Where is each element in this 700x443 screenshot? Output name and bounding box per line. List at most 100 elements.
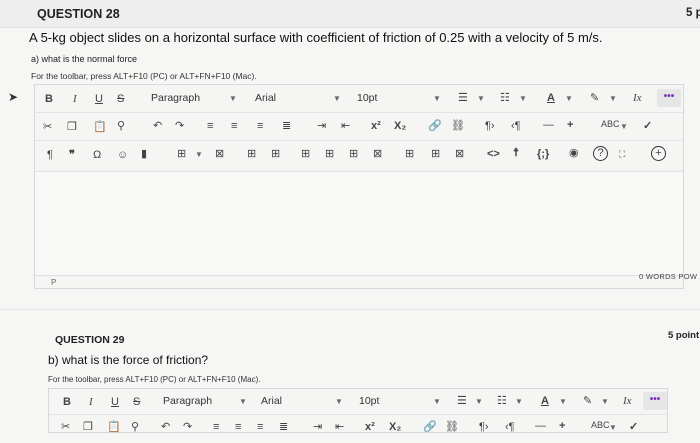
justify-icon[interactable]: ≣ <box>282 119 291 133</box>
accessibility-icon[interactable]: ☨ <box>513 146 519 160</box>
ltr-icon[interactable]: ¶› <box>479 420 489 434</box>
chevron-down-icon[interactable]: ▼ <box>335 397 343 406</box>
chevron-down-icon[interactable]: ▼ <box>609 423 617 432</box>
unlink-icon[interactable]: ⛓ <box>451 119 465 133</box>
font-size-select[interactable]: 10pt <box>359 395 379 407</box>
table-delete-icon[interactable]: ⊠ <box>215 147 224 161</box>
spellcheck-icon[interactable]: ABC <box>601 117 620 131</box>
element-path[interactable]: P <box>51 278 56 287</box>
align-left-icon[interactable]: ≡ <box>213 420 219 434</box>
chevron-down-icon[interactable]: ▼ <box>609 94 617 103</box>
font-size-select[interactable]: 10pt <box>357 92 377 104</box>
link-icon[interactable]: 🔗 <box>428 119 442 133</box>
editor-content-area[interactable] <box>35 171 683 275</box>
cut-icon[interactable]: ✂ <box>61 420 70 434</box>
ltr-icon[interactable]: ¶› <box>485 119 495 133</box>
font-family-select[interactable]: Arial <box>261 395 282 407</box>
undo-icon[interactable]: ↶ <box>161 420 170 434</box>
check-icon[interactable]: ✓ <box>643 119 652 133</box>
check-icon[interactable]: ✓ <box>629 420 638 434</box>
align-center-icon[interactable]: ≡ <box>235 420 241 434</box>
table-col-after-icon[interactable]: ⊞ <box>325 147 334 161</box>
outdent-icon[interactable]: ⇤ <box>335 420 344 434</box>
font-family-select[interactable]: Arial <box>255 92 276 104</box>
bookmark-icon[interactable]: ▮ <box>141 147 147 161</box>
find-icon[interactable]: ⚲ <box>131 420 139 434</box>
paragraph-select[interactable]: Paragraph <box>163 395 212 407</box>
preview-icon[interactable]: ◉ <box>569 146 579 160</box>
undo-icon[interactable]: ↶ <box>153 119 162 133</box>
chevron-down-icon[interactable]: ▼ <box>515 397 523 406</box>
find-icon[interactable]: ⚲ <box>117 119 125 133</box>
superscript-icon[interactable]: x² <box>371 119 381 133</box>
rich-text-editor-q29[interactable]: B I U S Paragraph ▼ Arial ▼ 10pt ▼ ☰ ▼ ☷… <box>48 388 668 433</box>
subscript-icon[interactable]: X₂ <box>394 119 406 133</box>
table-row-after-icon[interactable]: ⊞ <box>271 147 280 161</box>
underline-button[interactable]: U <box>111 395 119 409</box>
chevron-down-icon[interactable]: ▼ <box>433 397 441 406</box>
table-row-props-icon[interactable]: ⊞ <box>431 147 440 161</box>
table-merge-icon[interactable]: ⊞ <box>349 147 358 161</box>
align-right-icon[interactable]: ≡ <box>257 119 263 133</box>
italic-button[interactable]: I <box>89 395 93 409</box>
subscript-icon[interactable]: X₂ <box>389 420 401 434</box>
chevron-down-icon[interactable]: ▼ <box>565 94 573 103</box>
table-row-before-icon[interactable]: ⊞ <box>247 147 256 161</box>
bold-button[interactable]: B <box>63 395 71 409</box>
superscript-icon[interactable]: x² <box>365 420 375 434</box>
table-col-before-icon[interactable]: ⊞ <box>301 147 310 161</box>
chevron-down-icon[interactable]: ▼ <box>601 397 609 406</box>
rtl-icon[interactable]: ‹¶ <box>505 420 515 434</box>
clear-format-icon[interactable]: Ix <box>633 91 642 105</box>
paragraph-mark-icon[interactable]: ¶ <box>47 148 53 162</box>
table-icon[interactable]: ⊞ <box>177 147 186 161</box>
align-right-icon[interactable]: ≡ <box>257 420 263 434</box>
paragraph-select[interactable]: Paragraph <box>151 92 200 104</box>
outdent-icon[interactable]: ⇤ <box>341 119 350 133</box>
bold-button[interactable]: B <box>45 92 53 106</box>
insert-icon[interactable]: + <box>567 118 573 132</box>
unlink-icon[interactable]: ⛓ <box>445 420 459 434</box>
copy-icon[interactable]: ❐ <box>83 420 93 434</box>
clear-format-icon[interactable]: Ix <box>623 394 632 408</box>
bullet-list-icon[interactable]: ☰ <box>458 91 468 105</box>
chevron-down-icon[interactable]: ▼ <box>195 150 203 159</box>
numbered-list-icon[interactable]: ☷ <box>500 91 510 105</box>
cut-icon[interactable]: ✂ <box>43 120 52 134</box>
rich-text-editor-q28[interactable]: B I U S Paragraph ▼ Arial ▼ 10pt ▼ ☰ ▼ ☷… <box>34 84 684 289</box>
special-character-icon[interactable]: Ω <box>93 148 101 162</box>
more-options-button[interactable]: ••• <box>643 392 667 410</box>
chevron-down-icon[interactable]: ▼ <box>620 122 628 131</box>
chevron-down-icon[interactable]: ▼ <box>229 94 237 103</box>
chevron-down-icon[interactable]: ▼ <box>239 397 247 406</box>
chevron-down-icon[interactable]: ▼ <box>477 94 485 103</box>
highlight-icon[interactable]: ✎ <box>583 394 592 408</box>
text-color-icon[interactable]: A <box>547 91 555 105</box>
horizontal-line-icon[interactable]: — <box>543 118 554 132</box>
table-cell-props-icon[interactable]: ⊞ <box>405 147 414 161</box>
code-sample-icon[interactable]: {;} <box>537 147 549 161</box>
table-split-icon[interactable]: ⊠ <box>373 147 382 161</box>
align-center-icon[interactable]: ≡ <box>231 119 237 133</box>
spellcheck-icon[interactable]: ABC <box>591 418 610 432</box>
bullet-list-icon[interactable]: ☰ <box>457 394 467 408</box>
copy-icon[interactable]: ❐ <box>67 120 77 134</box>
italic-button[interactable]: I <box>73 92 77 106</box>
indent-icon[interactable]: ⇥ <box>317 119 326 133</box>
rtl-icon[interactable]: ‹¶ <box>511 119 521 133</box>
chevron-down-icon[interactable]: ▼ <box>559 397 567 406</box>
source-code-icon[interactable]: <> <box>487 147 500 161</box>
horizontal-line-icon[interactable]: — <box>535 419 546 433</box>
numbered-list-icon[interactable]: ☷ <box>497 394 507 408</box>
indent-icon[interactable]: ⇥ <box>313 420 322 434</box>
chevron-down-icon[interactable]: ▼ <box>433 94 441 103</box>
paste-icon[interactable]: 📋 <box>93 120 107 134</box>
justify-icon[interactable]: ≣ <box>279 420 288 434</box>
help-icon[interactable]: ? <box>593 146 608 161</box>
highlight-icon[interactable]: ✎ <box>590 91 599 105</box>
redo-icon[interactable]: ↷ <box>175 119 184 133</box>
fullscreen-icon[interactable]: ⛶ <box>619 147 625 161</box>
redo-icon[interactable]: ↷ <box>183 420 192 434</box>
more-options-button[interactable]: ••• <box>657 89 681 107</box>
text-color-icon[interactable]: A <box>541 394 549 408</box>
